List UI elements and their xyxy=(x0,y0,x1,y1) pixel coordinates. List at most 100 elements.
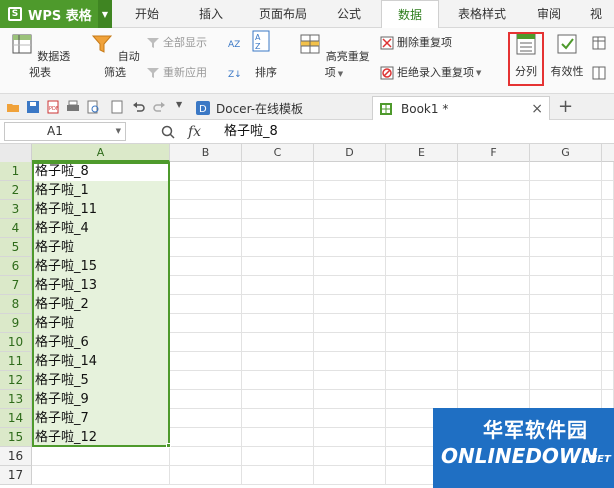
name-box[interactable]: A1 ▼ xyxy=(4,122,126,141)
column-header-g[interactable]: G xyxy=(530,144,602,162)
cell-column-a[interactable]: 格子啦_5 xyxy=(32,371,170,390)
row-header[interactable]: 11 xyxy=(0,352,32,371)
cell[interactable] xyxy=(458,238,530,257)
ribbon-overflow-item-2[interactable] xyxy=(592,64,609,82)
cell[interactable] xyxy=(170,314,242,333)
cell[interactable] xyxy=(602,257,614,276)
cell[interactable] xyxy=(602,295,614,314)
preview-doc-icon[interactable] xyxy=(110,100,124,114)
sort-descending-button[interactable]: AZ xyxy=(252,30,270,52)
tab-docer-templates[interactable]: D Docer-在线模板 xyxy=(196,96,366,120)
cell[interactable] xyxy=(530,162,602,181)
cell[interactable] xyxy=(458,219,530,238)
cell[interactable] xyxy=(242,162,314,181)
cell[interactable] xyxy=(170,447,242,466)
tab-insert[interactable]: 插入 xyxy=(186,0,236,28)
cell[interactable] xyxy=(242,390,314,409)
tab-book1[interactable]: Book1 * × xyxy=(372,96,550,120)
cell[interactable] xyxy=(602,390,614,409)
cell[interactable] xyxy=(242,200,314,219)
select-all-corner[interactable] xyxy=(0,144,32,162)
tab-formula[interactable]: 公式 xyxy=(326,0,372,28)
cell[interactable] xyxy=(386,276,458,295)
row-header[interactable]: 2 xyxy=(0,181,32,200)
row-header[interactable]: 5 xyxy=(0,238,32,257)
chevron-down-icon[interactable]: ▼ xyxy=(98,0,112,28)
cell[interactable] xyxy=(170,390,242,409)
cell[interactable] xyxy=(602,238,614,257)
cell[interactable] xyxy=(386,371,458,390)
cell[interactable] xyxy=(386,257,458,276)
cell[interactable] xyxy=(314,390,386,409)
cell[interactable] xyxy=(170,371,242,390)
cell-column-a[interactable]: 格子啦_7 xyxy=(32,409,170,428)
redo-icon[interactable] xyxy=(152,100,166,114)
cell[interactable] xyxy=(458,295,530,314)
cell[interactable] xyxy=(242,219,314,238)
cell-column-a[interactable]: 格子啦_1 xyxy=(32,181,170,200)
cell[interactable] xyxy=(314,219,386,238)
cell[interactable] xyxy=(242,371,314,390)
row-header[interactable]: 6 xyxy=(0,257,32,276)
reject-duplicates-button[interactable]: 拒绝录入重复项 ▼ xyxy=(380,64,481,82)
cell[interactable] xyxy=(386,162,458,181)
cell-column-a[interactable]: 格子啦_2 xyxy=(32,295,170,314)
cell[interactable] xyxy=(242,428,314,447)
cell[interactable] xyxy=(530,371,602,390)
cell-column-a[interactable]: 格子啦_11 xyxy=(32,200,170,219)
insert-function-icon[interactable]: fx xyxy=(188,124,201,140)
cell[interactable] xyxy=(314,257,386,276)
cell[interactable] xyxy=(602,333,614,352)
cell[interactable] xyxy=(530,333,602,352)
cell[interactable] xyxy=(458,257,530,276)
cell-column-a[interactable]: 格子啦 xyxy=(32,314,170,333)
autofilter-button[interactable]: 自动筛选 xyxy=(88,32,142,80)
cell[interactable] xyxy=(242,181,314,200)
fill-handle[interactable] xyxy=(166,443,171,448)
cell[interactable] xyxy=(314,352,386,371)
cell[interactable] xyxy=(314,276,386,295)
cell[interactable] xyxy=(242,238,314,257)
cell[interactable] xyxy=(170,409,242,428)
cell[interactable] xyxy=(170,276,242,295)
row-header[interactable]: 8 xyxy=(0,295,32,314)
cell[interactable] xyxy=(530,390,602,409)
sort-button[interactable]: Z↓ 排序 xyxy=(228,64,277,82)
cell[interactable] xyxy=(314,466,386,485)
cell[interactable] xyxy=(314,238,386,257)
cell[interactable] xyxy=(530,314,602,333)
cell-column-a[interactable]: 格子啦_15 xyxy=(32,257,170,276)
pivot-table-button[interactable]: 数据透视表 xyxy=(8,32,72,80)
open-folder-icon[interactable] xyxy=(6,100,20,114)
cell[interactable] xyxy=(170,219,242,238)
cell[interactable] xyxy=(458,390,530,409)
cell[interactable] xyxy=(314,428,386,447)
cell[interactable] xyxy=(602,200,614,219)
column-header-f[interactable]: F xyxy=(458,144,530,162)
row-header[interactable]: 1 xyxy=(0,162,32,181)
wps-app-menu-button[interactable]: S WPS 表格 ▼ xyxy=(0,0,112,28)
cell[interactable] xyxy=(242,447,314,466)
cell[interactable] xyxy=(170,200,242,219)
print-preview-icon[interactable] xyxy=(86,100,100,114)
cell[interactable] xyxy=(242,257,314,276)
column-header-e[interactable]: E xyxy=(386,144,458,162)
tab-review[interactable]: 审阅 xyxy=(526,0,572,28)
save-icon[interactable] xyxy=(26,100,40,114)
cell[interactable] xyxy=(458,333,530,352)
export-pdf-icon[interactable]: PDF xyxy=(46,100,60,114)
cell[interactable] xyxy=(530,276,602,295)
undo-icon[interactable] xyxy=(132,100,146,114)
row-header[interactable]: 9 xyxy=(0,314,32,333)
row-header[interactable]: 3 xyxy=(0,200,32,219)
tab-data[interactable]: 数据 xyxy=(381,0,439,29)
remove-duplicates-button[interactable]: 删除重复项 xyxy=(380,34,452,52)
sort-ascending-button[interactable]: AZ xyxy=(228,34,245,52)
cell[interactable] xyxy=(242,409,314,428)
cell[interactable] xyxy=(314,409,386,428)
cell[interactable] xyxy=(530,352,602,371)
row-header[interactable]: 14 xyxy=(0,409,32,428)
cell[interactable] xyxy=(458,200,530,219)
cell[interactable] xyxy=(314,200,386,219)
cell[interactable] xyxy=(602,276,614,295)
